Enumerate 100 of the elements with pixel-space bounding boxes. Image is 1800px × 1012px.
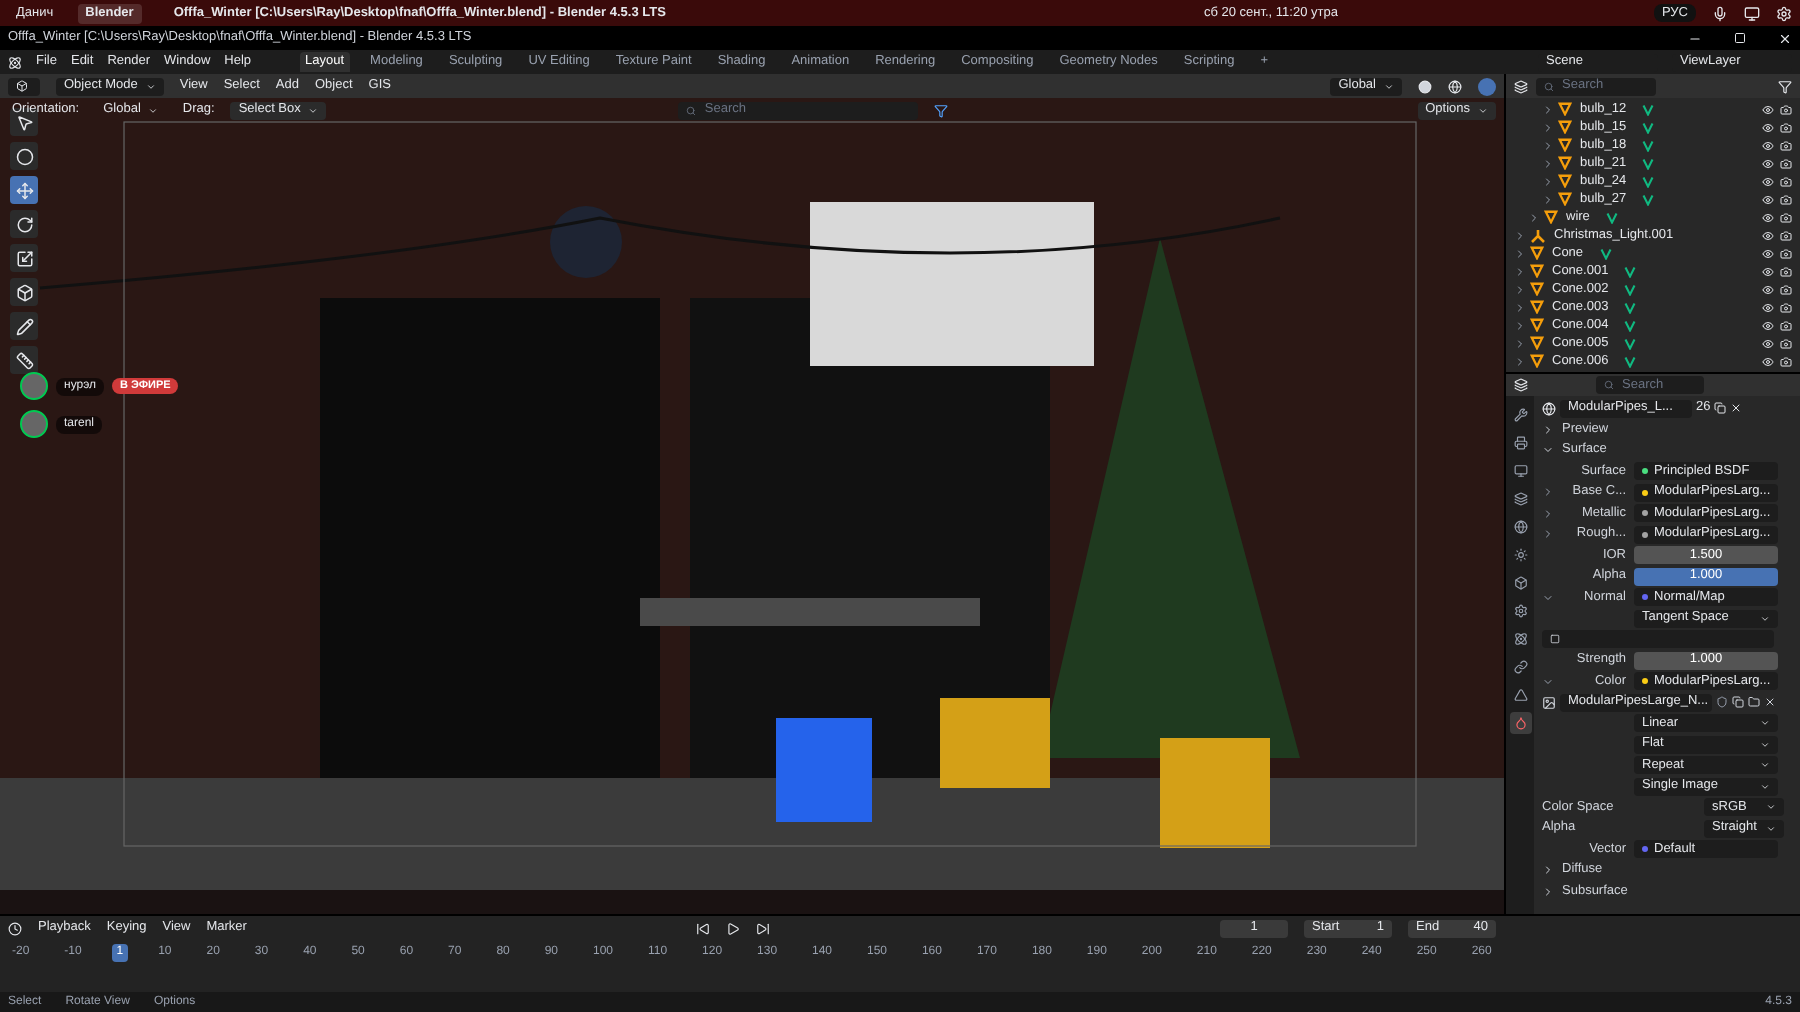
render-camera-icon[interactable]	[1780, 229, 1792, 241]
uv-map-icon	[1550, 634, 1560, 645]
ruler-icon	[15, 351, 33, 369]
duplicate-icon[interactable]	[1732, 696, 1744, 709]
play-icon[interactable]	[726, 921, 741, 935]
material-sphere-icon[interactable]	[1542, 401, 1556, 416]
folder-icon[interactable]	[1748, 696, 1760, 709]
render-camera-icon[interactable]	[1780, 121, 1792, 133]
output-tab[interactable]	[1509, 460, 1531, 482]
render-camera-icon[interactable]	[1780, 193, 1792, 205]
visibility-eye-icon[interactable]	[1762, 121, 1774, 133]
render-camera-icon[interactable]	[1780, 139, 1792, 151]
modifier-tab[interactable]	[1509, 600, 1531, 622]
visibility-eye-icon[interactable]	[1762, 355, 1774, 367]
move-arrows-tool[interactable]	[10, 176, 38, 204]
pencil-icon	[15, 317, 33, 335]
visibility-eye-icon[interactable]	[1762, 247, 1774, 259]
modifier-icon	[1513, 604, 1527, 618]
select-cursor-icon	[15, 113, 33, 131]
editor-type-icon[interactable]	[8, 921, 22, 935]
scale-icon	[15, 249, 33, 267]
material-tab[interactable]	[1509, 712, 1531, 734]
rotate-tool[interactable]	[10, 210, 38, 238]
particles-icon	[1513, 632, 1527, 646]
shading-material-icon[interactable]	[1448, 79, 1462, 93]
dropdown-caret-icon	[1478, 105, 1488, 115]
settings-icon[interactable]	[1776, 5, 1792, 21]
visibility-eye-icon[interactable]	[1762, 319, 1774, 331]
uv-map-field[interactable]	[1542, 630, 1774, 649]
object-icon	[1513, 576, 1527, 590]
constraints-tab[interactable]	[1509, 656, 1531, 678]
render-camera-icon[interactable]	[1780, 157, 1792, 169]
particles-tab[interactable]	[1509, 628, 1531, 650]
cursor-circle-icon	[15, 147, 33, 165]
render-camera-icon[interactable]	[1780, 247, 1792, 259]
display-mode-icon[interactable]	[1514, 79, 1528, 93]
render-icon	[1513, 436, 1527, 450]
cube-icon	[16, 80, 28, 92]
render-camera-icon[interactable]	[1780, 265, 1792, 277]
editor-type-icon[interactable]	[1514, 378, 1528, 392]
visibility-eye-icon[interactable]	[1762, 229, 1774, 241]
visibility-eye-icon[interactable]	[1762, 193, 1774, 205]
rotate-icon	[15, 215, 33, 233]
world-icon	[1513, 520, 1527, 534]
dropdown-caret-icon	[145, 81, 156, 91]
view-layer-icon	[1513, 492, 1527, 506]
visibility-eye-icon[interactable]	[1762, 283, 1774, 295]
render-camera-icon[interactable]	[1780, 319, 1792, 331]
visibility-eye-icon[interactable]	[1762, 337, 1774, 349]
visibility-eye-icon[interactable]	[1762, 157, 1774, 169]
microphone-icon[interactable]	[1712, 5, 1728, 21]
screen-share-icon[interactable]	[1744, 5, 1760, 21]
app-logo-icon[interactable]	[8, 55, 22, 69]
jump-start-icon[interactable]	[696, 921, 711, 935]
search-icon	[1544, 81, 1554, 91]
render-camera-icon[interactable]	[1780, 175, 1792, 187]
object-tab[interactable]	[1509, 572, 1531, 594]
render-camera-icon[interactable]	[1780, 211, 1792, 223]
view-layer-tab[interactable]	[1509, 488, 1531, 510]
empty-axes-icon	[1530, 227, 1546, 243]
mesh-data-tab[interactable]	[1509, 684, 1531, 706]
visibility-eye-icon[interactable]	[1762, 175, 1774, 187]
render-camera-icon[interactable]	[1780, 283, 1792, 295]
dropdown-caret-icon	[308, 105, 319, 115]
visibility-eye-icon[interactable]	[1762, 139, 1774, 151]
search-icon	[686, 105, 697, 115]
maximize-icon[interactable]	[1734, 32, 1746, 44]
scale-tool[interactable]	[10, 244, 38, 272]
filter-icon[interactable]	[934, 103, 949, 117]
tool-icon	[1513, 408, 1527, 422]
shading-rendered-button[interactable]	[1478, 77, 1496, 95]
world-tab[interactable]	[1509, 516, 1531, 538]
visibility-eye-icon[interactable]	[1762, 103, 1774, 115]
render-camera-icon[interactable]	[1780, 337, 1792, 349]
pencil-tool[interactable]	[10, 312, 38, 340]
visibility-eye-icon[interactable]	[1762, 265, 1774, 277]
output-icon	[1513, 464, 1527, 478]
close-icon[interactable]	[1764, 696, 1776, 709]
image-icon[interactable]	[1542, 695, 1556, 710]
shield-icon[interactable]	[1716, 696, 1728, 709]
editor-type-dropdown[interactable]	[8, 77, 40, 95]
visibility-eye-icon[interactable]	[1762, 211, 1774, 223]
visibility-eye-icon[interactable]	[1762, 301, 1774, 313]
render-camera-icon[interactable]	[1780, 103, 1792, 115]
transform-box-tool[interactable]	[10, 278, 38, 306]
duplicate-icon[interactable]	[1714, 402, 1727, 415]
transform-box-icon	[15, 283, 33, 301]
shading-solid-icon[interactable]	[1418, 79, 1432, 93]
mesh-data-icon	[1605, 211, 1618, 223]
close-icon[interactable]	[1730, 402, 1743, 415]
close-icon[interactable]	[1778, 31, 1792, 45]
jump-end-icon[interactable]	[756, 921, 771, 935]
ruler-tool[interactable]	[10, 346, 38, 374]
cursor-circle-tool[interactable]	[10, 142, 38, 170]
render-camera-icon[interactable]	[1780, 301, 1792, 313]
render-tab[interactable]	[1509, 432, 1531, 454]
tool-tab[interactable]	[1509, 404, 1531, 426]
search-icon	[1604, 380, 1614, 390]
constraints-icon	[1513, 660, 1527, 674]
render-camera-icon[interactable]	[1780, 355, 1792, 367]
